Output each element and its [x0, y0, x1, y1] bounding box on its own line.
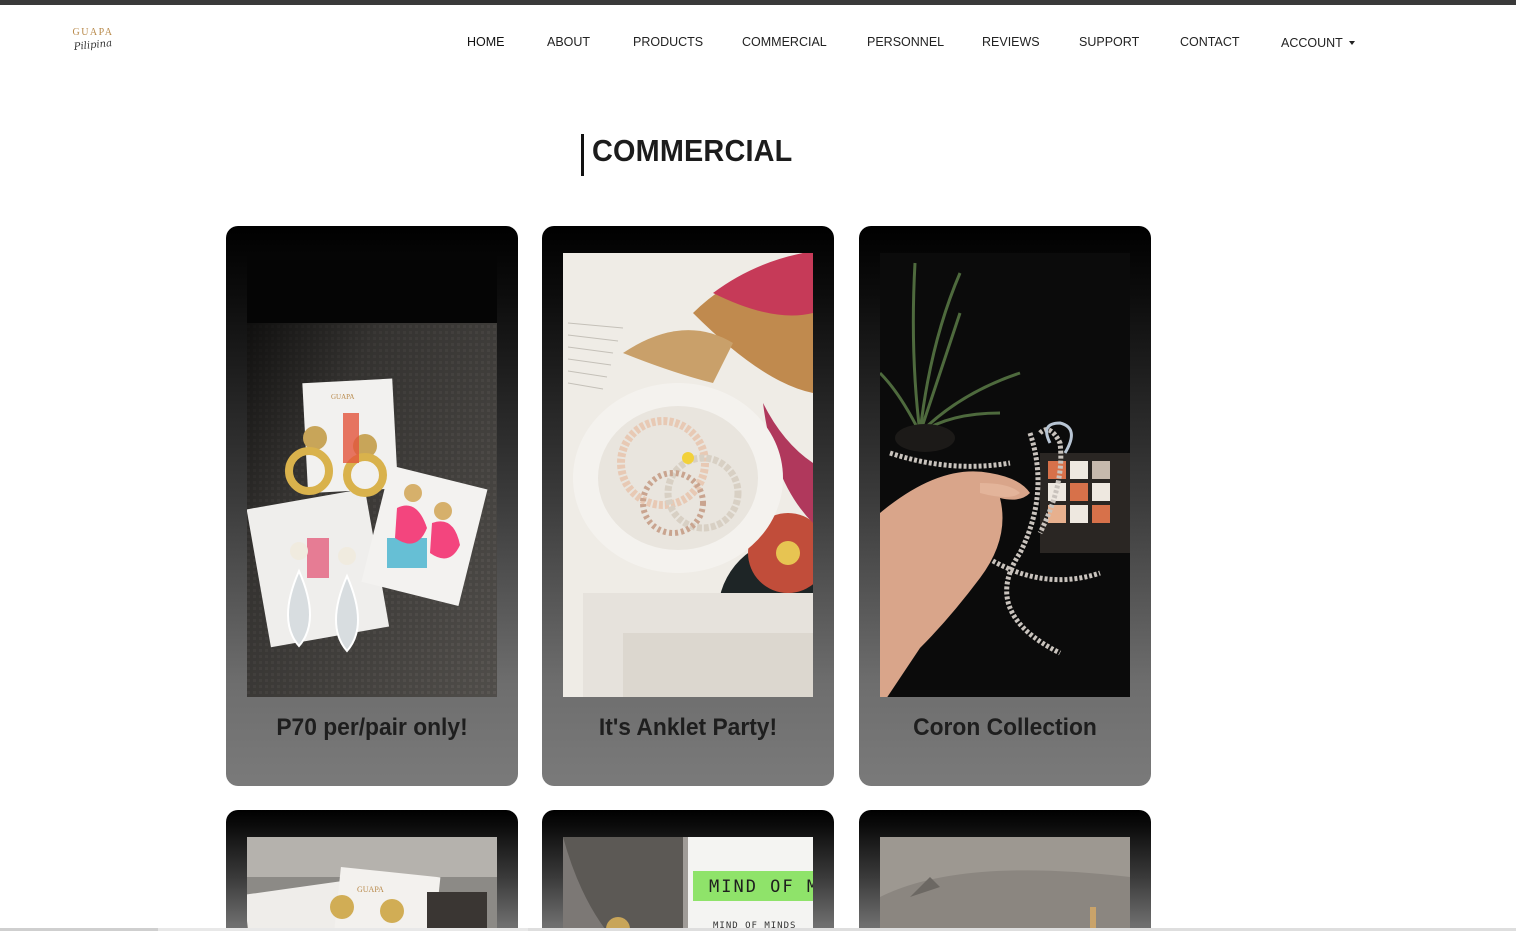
- card-photo-logo: GUAPA: [357, 885, 384, 894]
- card-photo-earrings: GUAPA: [247, 253, 497, 697]
- nav-about[interactable]: ABOUT: [547, 35, 590, 49]
- card-photo-mind: MIND OF M MIND OF MINDS: [563, 837, 813, 931]
- nav-personnel[interactable]: PERSONNEL: [867, 35, 944, 49]
- card-photo-earrings-2: GUAPA: [247, 837, 497, 931]
- commercial-card[interactable]: MIND OF M MIND OF MINDS: [542, 810, 834, 931]
- commercial-card[interactable]: GUAPA: [226, 810, 518, 931]
- nav-reviews[interactable]: REVIEWS: [982, 35, 1040, 49]
- nav-support[interactable]: SUPPORT: [1079, 35, 1139, 49]
- heading-accent-bar: [581, 134, 584, 176]
- commercial-card[interactable]: [859, 810, 1151, 931]
- commercial-card[interactable]: GUAPA P70 per/pair only!: [226, 226, 518, 786]
- card-photo-anklets: [563, 253, 813, 697]
- nav-account-dropdown[interactable]: ACCOUNT: [1281, 36, 1355, 50]
- card-photo-logo: GUAPA: [331, 393, 354, 401]
- card-photo-text: MIND OF M: [709, 877, 813, 897]
- navbar: GUAPA Pilipina HOME ABOUT PRODUCTS COMME…: [0, 5, 1516, 80]
- page-title: COMMERCIAL: [592, 133, 793, 168]
- card-caption: Coron Collection: [913, 714, 1097, 741]
- nav-account-label: ACCOUNT: [1281, 36, 1343, 50]
- commercial-card[interactable]: Coron Collection: [859, 226, 1151, 786]
- nav-contact[interactable]: CONTACT: [1180, 35, 1240, 49]
- card-photo-bag: [880, 837, 1130, 931]
- nav-commercial[interactable]: COMMERCIAL: [742, 35, 827, 49]
- card-caption: It's Anklet Party!: [598, 714, 778, 741]
- card-photo-coron: [880, 253, 1130, 697]
- nav-products[interactable]: PRODUCTS: [633, 35, 703, 49]
- caret-down-icon: [1348, 40, 1355, 45]
- main-nav: HOME ABOUT PRODUCTS COMMERCIAL PERSONNEL…: [0, 35, 1516, 55]
- commercial-card[interactable]: It's Anklet Party!: [542, 226, 834, 786]
- card-caption: P70 per/pair only!: [276, 714, 468, 741]
- nav-home[interactable]: HOME: [467, 35, 505, 49]
